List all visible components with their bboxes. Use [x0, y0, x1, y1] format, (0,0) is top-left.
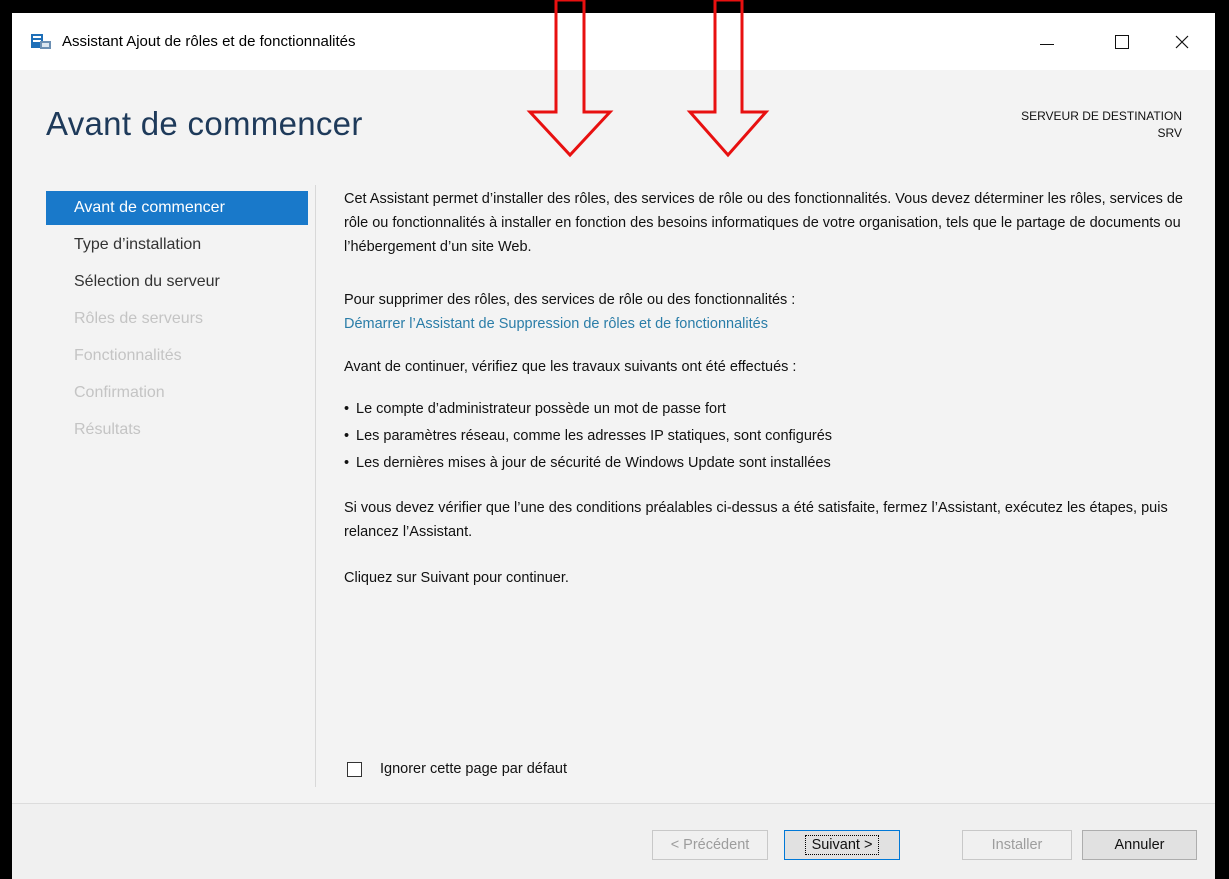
annotation-arrow-right [686, 0, 770, 158]
annotation-arrows [526, 0, 770, 158]
annotation-arrow-left [526, 0, 614, 158]
